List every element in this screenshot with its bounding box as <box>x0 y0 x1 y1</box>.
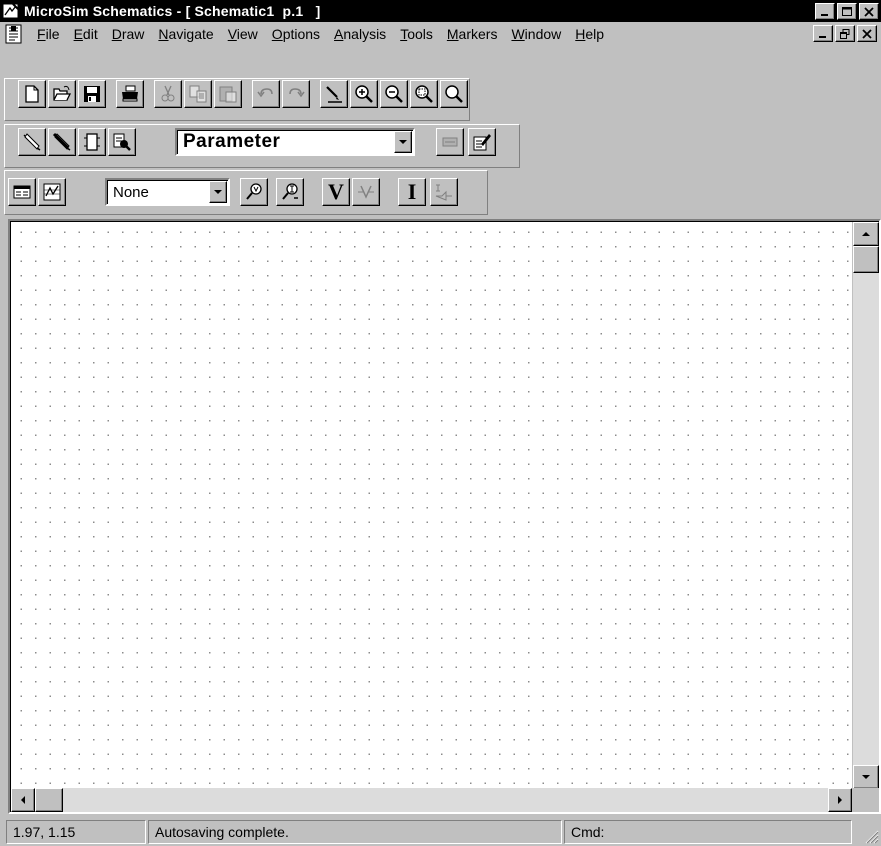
menu-analysis[interactable]: Analysis <box>327 24 393 44</box>
draw-bus-button[interactable] <box>48 128 76 156</box>
menu-help[interactable]: Help <box>568 24 611 44</box>
toolbar-1-frame <box>4 78 470 121</box>
get-part-icon <box>113 133 131 151</box>
scroll-left-button[interactable] <box>11 788 35 812</box>
show-voltage-button[interactable]: V <box>322 178 350 206</box>
marker-combo-value: None <box>113 183 149 201</box>
close-icon <box>862 28 872 39</box>
menu-draw[interactable]: Draw <box>105 24 152 44</box>
edit-symbol-icon <box>473 134 491 151</box>
close-button[interactable] <box>859 3 879 20</box>
command-prompt: Cmd: <box>564 820 852 844</box>
simulate-button[interactable] <box>38 178 66 206</box>
setup-analysis-button[interactable] <box>8 178 36 206</box>
setup-analysis-icon <box>13 185 31 199</box>
draw-block-button[interactable] <box>78 128 106 156</box>
arrow-up-icon <box>862 232 870 236</box>
maximize-icon <box>842 6 852 16</box>
enable-bias-current-icon <box>282 183 298 200</box>
minimize-icon <box>819 35 826 38</box>
window-title: MicroSim Schematics - [ Schematic1 p.1 ] <box>24 3 321 19</box>
doc-close-button[interactable] <box>857 25 877 42</box>
maximize-button[interactable] <box>837 3 857 20</box>
menu-bar: File Edit Draw Navigate View Options Analysis T… <box>0 22 881 46</box>
restore-icon <box>840 28 850 39</box>
title-bar[interactable]: MicroSim Schematics - [ Schematic1 p.1 ] <box>0 0 881 22</box>
part-combo-value: Parameter <box>183 131 281 152</box>
enable-bias-voltage-icon <box>246 183 262 200</box>
simulate-icon <box>43 183 61 201</box>
minimize-icon <box>821 13 828 16</box>
menu-tools[interactable]: Tools <box>393 24 440 44</box>
chevron-down-icon <box>399 140 407 144</box>
draw-block-icon <box>84 133 100 151</box>
show-current-label: I <box>407 179 417 204</box>
minimize-button[interactable] <box>815 3 835 20</box>
scroll-right-button[interactable] <box>828 788 852 812</box>
menu-options[interactable]: Options <box>265 24 327 44</box>
doc-minimize-button[interactable] <box>813 25 833 42</box>
menu-file[interactable]: File <box>30 24 67 44</box>
edit-attributes-icon <box>442 137 458 147</box>
show-voltage-label: V <box>328 179 344 204</box>
draw-wire-icon <box>23 133 41 151</box>
vertical-scroll-thumb[interactable] <box>853 246 879 273</box>
document-icon[interactable] <box>3 24 25 44</box>
scroll-up-button[interactable] <box>853 222 879 246</box>
enable-bias-voltage-button[interactable] <box>240 178 268 206</box>
chevron-down-icon <box>214 190 222 194</box>
part-combo[interactable]: Parameter <box>175 128 415 156</box>
edit-attributes-button[interactable] <box>436 128 464 156</box>
schematic-window <box>8 219 881 814</box>
arrow-down-icon <box>862 775 870 779</box>
doc-restore-button[interactable] <box>835 25 855 42</box>
show-current-button[interactable]: I <box>398 178 426 206</box>
arrow-right-icon <box>838 796 842 804</box>
draw-wire-button[interactable] <box>18 128 46 156</box>
vertical-scrollbar[interactable] <box>853 222 879 789</box>
scroll-down-button[interactable] <box>853 765 879 789</box>
status-bar: 1.97, 1.15 Autosaving complete. Cmd: <box>0 816 881 846</box>
menu-edit[interactable]: Edit <box>67 24 105 44</box>
show-selected-voltage-button[interactable] <box>352 178 380 206</box>
marker-combo[interactable]: None <box>105 178 230 206</box>
arrow-left-icon <box>21 796 25 804</box>
horizontal-scroll-thumb[interactable] <box>35 788 63 812</box>
show-selected-voltage-icon <box>358 185 374 199</box>
enable-bias-current-button[interactable] <box>276 178 304 206</box>
menu-markers[interactable]: Markers <box>440 24 505 44</box>
menu-view[interactable]: View <box>221 24 265 44</box>
show-selected-current-icon <box>435 184 452 201</box>
cursor-coordinates: 1.97, 1.15 <box>6 820 146 844</box>
scrollbar-corner <box>853 788 879 812</box>
draw-bus-icon <box>52 132 71 151</box>
resize-grip-icon[interactable] <box>863 828 879 844</box>
edit-symbol-button[interactable] <box>468 128 496 156</box>
status-message: Autosaving complete. <box>148 820 562 844</box>
get-part-button[interactable] <box>108 128 136 156</box>
schematic-canvas[interactable] <box>11 222 852 789</box>
marker-combo-dropdown[interactable] <box>209 181 227 203</box>
menu-window[interactable]: Window <box>504 24 568 44</box>
close-icon <box>864 6 874 17</box>
part-combo-dropdown[interactable] <box>394 131 412 153</box>
app-icon[interactable] <box>2 2 20 20</box>
horizontal-scrollbar[interactable] <box>11 788 852 812</box>
menu-navigate[interactable]: Navigate <box>151 24 220 44</box>
show-selected-current-button[interactable] <box>430 178 458 206</box>
